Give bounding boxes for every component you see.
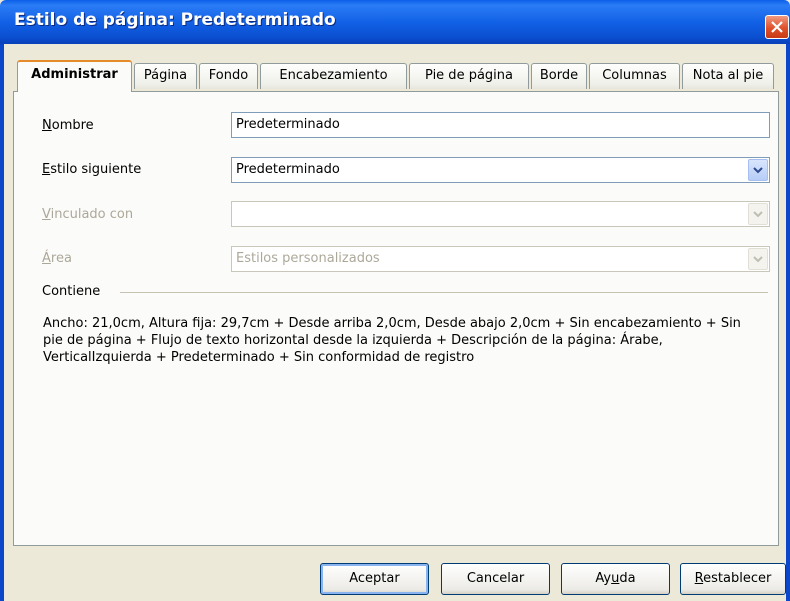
tab-fondo[interactable]: Fondo	[199, 63, 258, 89]
area-select[interactable]: Estilos personalizados	[231, 246, 770, 272]
name-label: Nombre	[42, 118, 94, 133]
area-label: Área	[42, 251, 72, 266]
cancel-button[interactable]: Cancelar	[441, 563, 550, 595]
tab-pagina[interactable]: Página	[134, 63, 197, 89]
page-style-dialog: Estilo de página: Predeterminado Adminis…	[0, 0, 790, 601]
next-style-label-rest: stilo siguiente	[50, 162, 142, 177]
contains-description: Ancho: 21,0cm, Altura fija: 29,7cm + Des…	[43, 316, 741, 365]
reset-button[interactable]: Restablecer	[680, 563, 786, 595]
area-value: Estilos personalizados	[236, 251, 380, 266]
title-bar[interactable]: Estilo de página: Predeterminado	[0, 0, 790, 44]
help-label-a: Ay	[595, 571, 612, 586]
ok-button[interactable]: Aceptar	[320, 563, 429, 595]
linked-with-label: Vinculado con	[42, 207, 133, 222]
next-style-dropdown-button[interactable]	[748, 159, 768, 181]
window-frame-right	[786, 44, 790, 601]
next-style-select[interactable]: Predeterminado	[231, 157, 770, 183]
chevron-down-icon	[753, 167, 763, 174]
next-style-value: Predeterminado	[236, 162, 340, 177]
contains-label: Contiene	[42, 284, 101, 299]
name-label-rest: ombre	[51, 118, 94, 133]
tab-columnas[interactable]: Columnas	[589, 63, 680, 89]
tab-pie-de-pagina[interactable]: Pie de página	[409, 63, 529, 89]
linked-with-label-rest: inculado con	[50, 207, 134, 222]
contains-separator	[120, 292, 768, 293]
name-input[interactable]: Predeterminado	[231, 112, 770, 138]
chevron-down-icon	[753, 256, 763, 263]
next-style-label: Estilo siguiente	[42, 162, 141, 177]
linked-with-label-key: V	[42, 207, 51, 222]
tab-administrar[interactable]: Administrar	[17, 60, 132, 92]
tab-nota-al-pie[interactable]: Nota al pie	[682, 63, 774, 89]
area-dropdown-button[interactable]	[748, 248, 768, 270]
close-button[interactable]	[765, 15, 789, 39]
linked-with-dropdown-button[interactable]	[748, 203, 768, 225]
chevron-down-icon	[753, 211, 763, 218]
tab-borde[interactable]: Borde	[531, 63, 587, 89]
linked-with-select[interactable]	[231, 201, 770, 227]
help-button[interactable]: Ayuda	[561, 563, 670, 595]
reset-label-rest: establecer	[703, 571, 772, 586]
tab-encabezamiento[interactable]: Encabezamiento	[260, 63, 407, 89]
area-label-key: Á	[42, 251, 51, 266]
help-label-b: da	[619, 571, 636, 586]
window-frame-left	[0, 44, 4, 601]
reset-label-key: R	[694, 571, 704, 586]
area-label-rest: rea	[50, 251, 72, 266]
window-title: Estilo de página: Predeterminado	[14, 10, 336, 30]
next-style-label-key: E	[42, 162, 51, 177]
name-label-key: N	[42, 118, 52, 133]
close-icon	[771, 21, 783, 33]
